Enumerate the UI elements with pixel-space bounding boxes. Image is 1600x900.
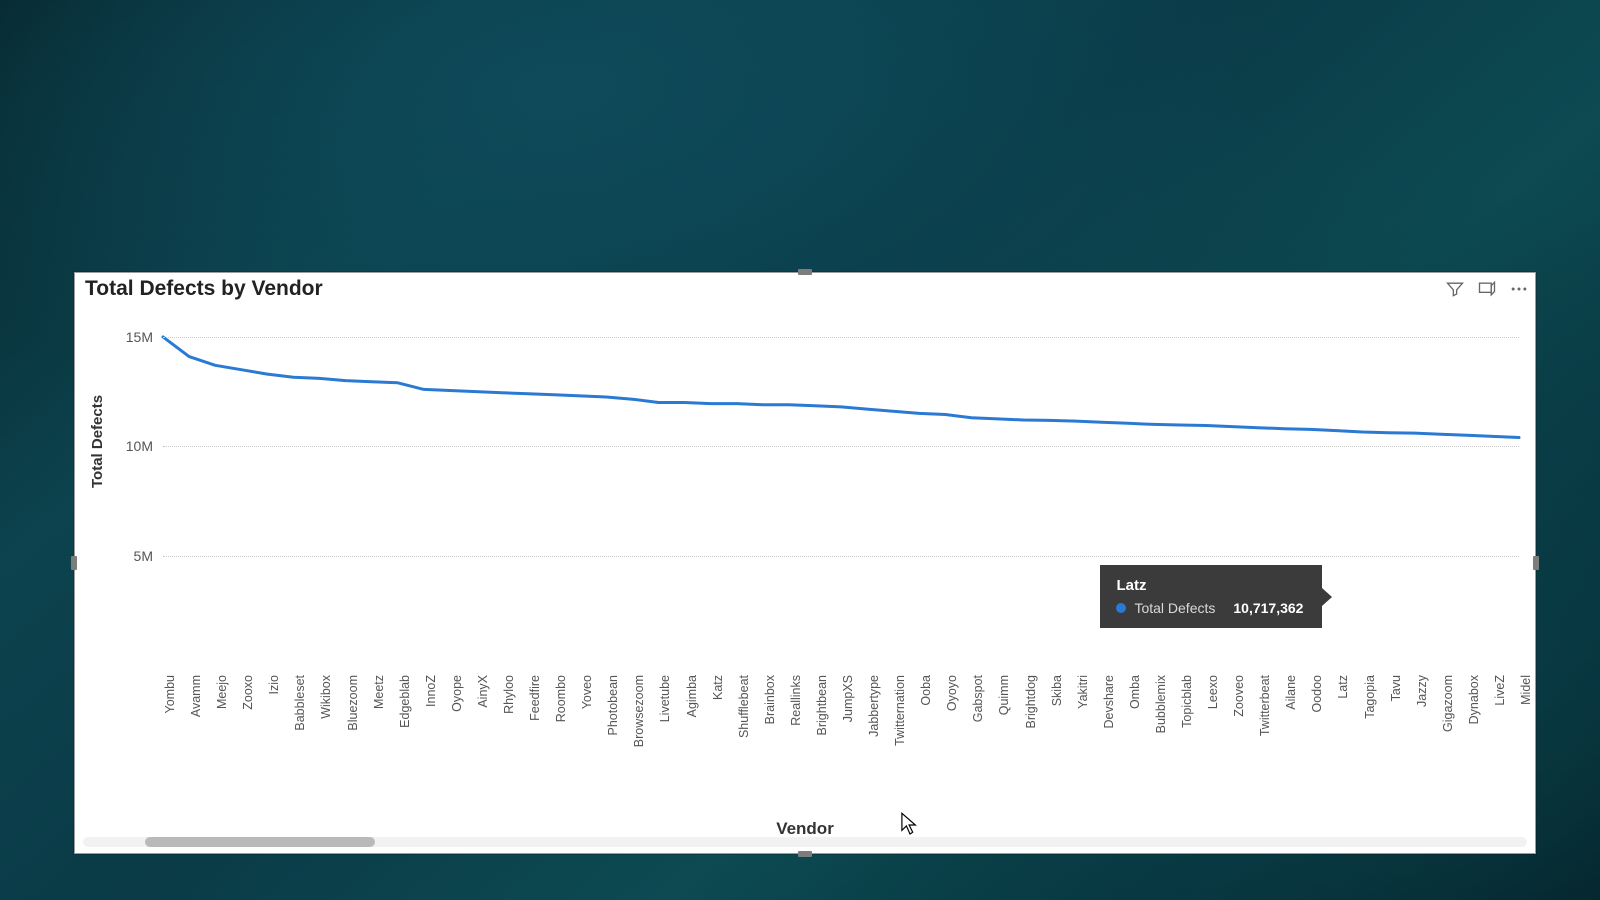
x-tick-label: Tavu — [1389, 675, 1403, 701]
x-tick-label: Brainbox — [763, 675, 777, 724]
x-tick-label: Twitterbeat — [1258, 675, 1272, 736]
tooltip-metric-label: Total Defects — [1134, 600, 1215, 616]
x-tick-label: Yoveo — [580, 675, 594, 709]
grid-line — [163, 337, 1519, 338]
x-tick-label: Oodoo — [1310, 675, 1324, 713]
x-tick-label: Ooba — [919, 675, 933, 706]
x-tick-label: Twitternation — [893, 675, 907, 746]
x-tick-label: Yakitri — [1076, 675, 1090, 709]
x-tick-label: Izio — [267, 675, 281, 694]
resize-handle-left[interactable] — [71, 556, 77, 570]
focus-mode-icon[interactable] — [1477, 279, 1497, 299]
x-tick-label: Omba — [1128, 675, 1142, 709]
chart-card[interactable]: Total Defects by Vendor Total Defects 5M… — [74, 272, 1536, 854]
x-axis-ticks: Yombu Avamm Meejo Zooxo Izio Babbleset Wikibox… — [163, 675, 1519, 805]
x-tick-label: Meetz — [372, 675, 386, 709]
x-tick-label: Zooveo — [1232, 675, 1246, 717]
x-tick-label: Wikibox — [319, 675, 333, 719]
x-tick-label: Zooxo — [241, 675, 255, 710]
x-tick-label: Rhyloo — [502, 675, 516, 714]
y-tick-label: 15M — [126, 329, 153, 345]
x-tick-label: Photobean — [606, 675, 620, 735]
grid-line — [163, 556, 1519, 557]
x-tick-label: Livetube — [658, 675, 672, 722]
filter-icon[interactable] — [1445, 279, 1465, 299]
x-tick-label: Jazzy — [1415, 675, 1429, 707]
x-tick-label: Gabspot — [971, 675, 985, 722]
tooltip-value: 10,717,362 — [1233, 600, 1303, 616]
x-tick-label: Brightdog — [1024, 675, 1038, 729]
chart-tooltip: Latz Total Defects 10,717,362 — [1100, 565, 1322, 628]
x-tick-label: Browsezoom — [632, 675, 646, 747]
x-tick-label: LiveZ — [1493, 675, 1507, 706]
chart-title: Total Defects by Vendor — [85, 277, 323, 301]
more-options-icon[interactable] — [1509, 279, 1529, 299]
x-tick-label: Yombu — [163, 675, 177, 713]
x-tick-label: Roombo — [554, 675, 568, 722]
mouse-cursor — [901, 812, 919, 838]
x-tick-label: Leexo — [1206, 675, 1220, 709]
x-tick-label: Edgeblab — [398, 675, 412, 728]
grid-line — [163, 446, 1519, 447]
x-tick-label: Quimm — [997, 675, 1011, 715]
tooltip-category: Latz — [1116, 577, 1306, 594]
x-tick-label: Oyope — [450, 675, 464, 712]
x-tick-label: Topicblab — [1180, 675, 1194, 728]
y-tick-label: 10M — [126, 438, 153, 454]
horizontal-scrollbar[interactable] — [83, 837, 1527, 847]
x-tick-label: Avamm — [189, 675, 203, 717]
resize-handle-right[interactable] — [1533, 556, 1539, 570]
x-tick-label: Ailane — [1284, 675, 1298, 710]
x-tick-label: Gigazoom — [1441, 675, 1455, 732]
x-axis-title: Vendor — [776, 819, 834, 839]
line-series — [163, 337, 1519, 438]
x-tick-label: Latz — [1336, 675, 1350, 699]
x-tick-label: InnoZ — [424, 675, 438, 707]
visual-header-icons — [1445, 279, 1529, 299]
y-tick-label: 5M — [134, 548, 153, 564]
x-tick-label: Tagopia — [1363, 675, 1377, 719]
x-tick-label: Dynabox — [1467, 675, 1481, 724]
x-tick-label: Brightbean — [815, 675, 829, 735]
x-tick-label: Jabbertype — [867, 675, 881, 737]
resize-handle-bottom[interactable] — [798, 851, 812, 857]
tooltip-caret — [1322, 588, 1332, 606]
x-tick-label: Oyoyo — [945, 675, 959, 711]
x-tick-label: AinyX — [476, 675, 490, 708]
x-tick-label: Babbleset — [293, 675, 307, 731]
x-tick-label: Katz — [711, 675, 725, 700]
tooltip-series-dot — [1116, 603, 1126, 613]
x-tick-label: Bluezoom — [346, 675, 360, 731]
x-tick-label: Skiba — [1050, 675, 1064, 706]
x-tick-label: Reallinks — [789, 675, 803, 726]
x-tick-label: Midel — [1519, 675, 1533, 705]
horizontal-scrollbar-thumb[interactable] — [145, 837, 375, 847]
x-tick-label: Devshare — [1102, 675, 1116, 729]
resize-handle-top[interactable] — [798, 269, 812, 275]
x-tick-label: JumpXS — [841, 675, 855, 722]
y-axis-title: Total Defects — [89, 395, 106, 488]
x-tick-label: Meejo — [215, 675, 229, 709]
x-tick-label: Bubblemix — [1154, 675, 1168, 733]
x-tick-label: Shufflebeat — [737, 675, 751, 738]
x-tick-label: Agimba — [685, 675, 699, 717]
x-tick-label: Feedfire — [528, 675, 542, 721]
